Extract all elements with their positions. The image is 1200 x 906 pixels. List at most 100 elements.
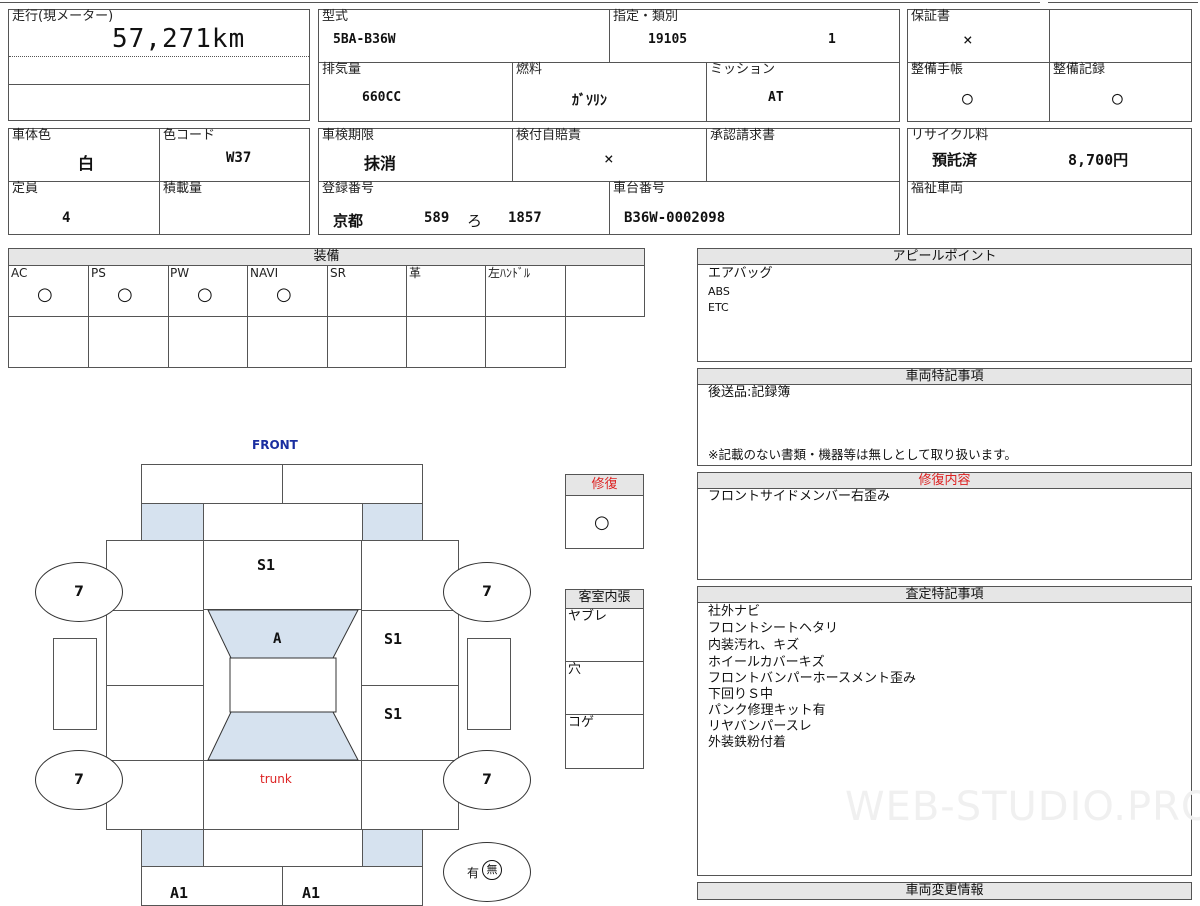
insurance-value: × <box>604 149 614 168</box>
equipment-col-sr <box>327 265 407 368</box>
front-grille <box>203 503 363 541</box>
hood-panel <box>203 540 362 610</box>
registration-kana: ろ <box>467 212 483 230</box>
roof <box>229 657 337 713</box>
inspection-value: 抹消 <box>364 154 397 173</box>
model-value: 5BA-B36W <box>333 32 396 47</box>
equipment-title: 装備 <box>8 248 645 266</box>
repair-value: ○ <box>594 512 610 533</box>
interior-label-tear: ヤブレ <box>568 609 608 624</box>
maintenance-record-label: 整備記録 <box>1053 62 1106 77</box>
top-edge-line <box>0 0 1040 3</box>
approval-label: 承認請求書 <box>710 128 776 143</box>
spare-tire-have: 有 <box>467 866 480 880</box>
registration-class: 589 <box>424 210 450 226</box>
recycle-label: リサイクル料 <box>911 128 989 143</box>
appeal-line-1: エアバッグ <box>708 266 773 281</box>
rear-windshield <box>207 711 359 761</box>
repair-detail-text: フロントサイドメンバー右歪み <box>708 489 891 504</box>
top-edge-line-right <box>1048 0 1198 3</box>
maintenance-book-label: 整備手帳 <box>911 62 964 77</box>
change-info-title: 車両変更情報 <box>697 882 1192 900</box>
windshield-roof-drawing <box>207 609 359 761</box>
spare-tire-none: 無 <box>482 860 502 880</box>
designation-value-2: 1 <box>828 32 836 47</box>
designation-value-1: 19105 <box>648 32 688 47</box>
fuel-label: 燃料 <box>516 62 543 77</box>
capacity-value: 4 <box>62 210 71 226</box>
rear-left-damage: A1 <box>170 884 189 902</box>
registration-number: 1857 <box>508 210 542 226</box>
equipment-col-ps <box>88 265 169 368</box>
trunk-label: trunk <box>260 772 292 786</box>
equipment-col-leather <box>406 265 486 368</box>
assessment-line: 社外ナビ <box>708 604 761 619</box>
appeal-line-2: ABS <box>708 285 730 298</box>
front-left-light <box>141 503 204 541</box>
right-front-door-damage: S1 <box>384 630 403 648</box>
wheel-front-right: 7 <box>443 562 531 622</box>
appeal-line-3: ETC <box>708 301 729 314</box>
divider <box>9 56 309 57</box>
rear-bumper-left <box>141 866 283 906</box>
left-front-door <box>106 610 204 686</box>
right-side-mirror <box>467 638 511 730</box>
chassis-value: B36W-0002098 <box>624 210 726 226</box>
warranty-extra-cell <box>1049 9 1192 63</box>
capacity-label: 定員 <box>12 181 39 196</box>
transmission-label: ミッション <box>710 62 776 77</box>
repair-detail-title: 修復内容 <box>697 472 1192 489</box>
assessment-line: 外装鉄粉付着 <box>708 735 787 750</box>
assessment-line: フロントシートヘタリ <box>708 621 839 636</box>
assessment-line: 内装汚れ、キズ <box>708 638 800 653</box>
roof-damage: A <box>273 631 282 647</box>
designation-label: 指定・類別 <box>613 9 679 24</box>
equipment-mark-ps: ○ <box>117 284 133 305</box>
mileage-label: 走行(現メーター) <box>12 9 114 24</box>
displacement-value: 660CC <box>362 90 402 105</box>
special-notes-title: 車両特記事項 <box>697 368 1192 385</box>
right-rear-door <box>361 685 459 761</box>
equipment-col-left-hand <box>485 265 566 368</box>
maintenance-record-value: ○ <box>1112 88 1123 109</box>
rear-right-light <box>362 829 423 867</box>
divider <box>9 84 309 85</box>
registration-label: 登録番号 <box>322 181 375 196</box>
equipment-mark-pw: ○ <box>197 284 213 305</box>
equipment-col-pw <box>168 265 248 368</box>
equipment-label-sr: SR <box>330 266 346 280</box>
front-bumper-left <box>141 464 283 504</box>
equipment-label-left-hand: 左ﾊﾝﾄﾞﾙ <box>488 266 531 280</box>
special-notes-footnote: ※記載のない書類・機器等は無しとして取り扱います。 <box>708 447 1017 462</box>
front-bumper-right <box>282 464 423 504</box>
right-rear-door-damage: S1 <box>384 705 403 723</box>
interior-title: 客室内張 <box>565 589 644 609</box>
assessment-line: フロントバンパーホースメント歪み <box>708 671 917 686</box>
mileage-value: 57,271km <box>112 24 246 54</box>
equipment-label-ps: PS <box>91 266 106 280</box>
warranty-value: × <box>963 30 973 49</box>
color-code-value: W37 <box>226 150 252 166</box>
wheel-rear-left: 7 <box>35 750 123 810</box>
left-rear-door <box>106 685 204 761</box>
rear-right-damage: A1 <box>302 884 321 902</box>
equipment-mark-ac: ○ <box>37 284 53 305</box>
warranty-label: 保証書 <box>911 9 951 24</box>
wheel-front-left: 7 <box>35 562 123 622</box>
repair-label: 修復 <box>565 474 644 496</box>
assessment-line: ホイールカバーキズ <box>708 655 825 670</box>
welfare-label: 福祉車両 <box>911 181 964 196</box>
assessment-line: リヤバンパースレ <box>708 719 812 734</box>
wheel-rear-right: 7 <box>443 750 531 810</box>
equipment-label-ac: AC <box>11 266 28 280</box>
body-color-label: 車体色 <box>12 128 52 143</box>
model-label: 型式 <box>322 9 349 24</box>
hood-damage: S1 <box>257 556 276 574</box>
right-front-door <box>361 610 459 686</box>
trunk-panel <box>203 760 362 830</box>
equipment-mark-navi: ○ <box>276 284 292 305</box>
displacement-label: 排気量 <box>322 62 362 77</box>
assessment-title: 査定特記事項 <box>697 586 1192 603</box>
appeal-title: アピールポイント <box>697 248 1192 265</box>
inspection-label: 車検期限 <box>322 128 375 143</box>
